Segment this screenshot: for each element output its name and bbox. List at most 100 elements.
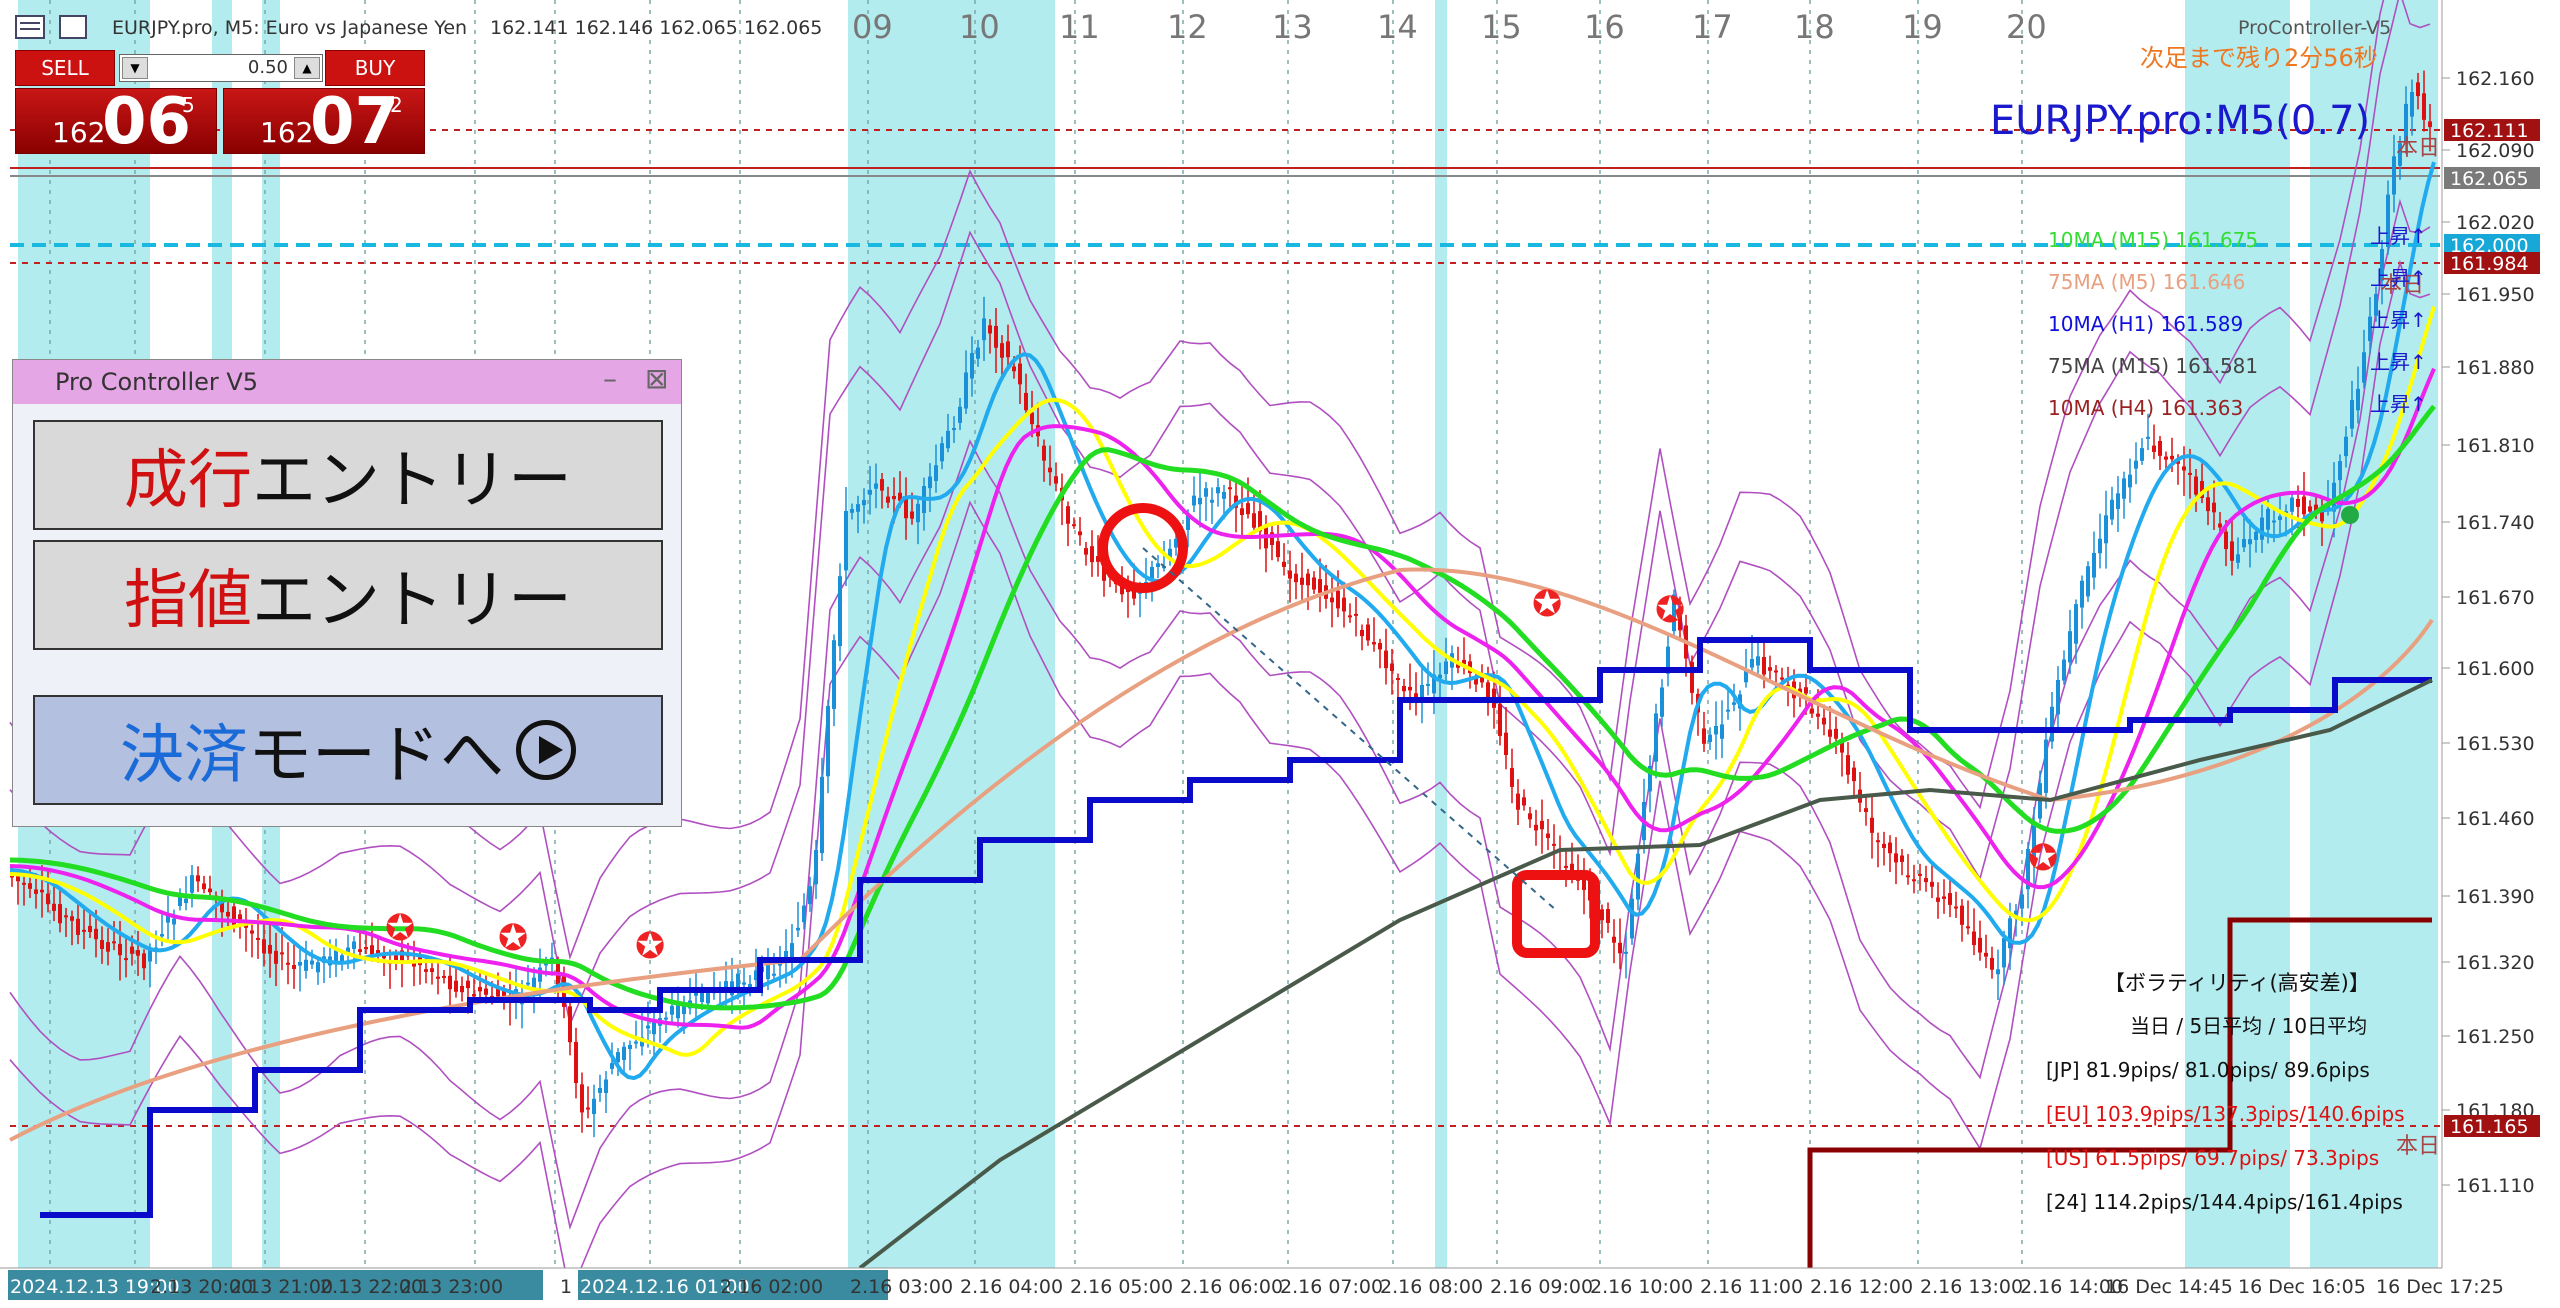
- ma-trend-label: 上昇↑: [2370, 266, 2427, 290]
- price-tick: 162.160: [2456, 68, 2535, 90]
- buy-price-button[interactable]: 162 07 2: [223, 85, 425, 159]
- day-label: 15: [1481, 8, 1522, 46]
- time-tick: 2.16 09:00: [1490, 1276, 1593, 1298]
- chart-window[interactable]: ✪ ✪ ✪ ✪ ✪ ✪ 162.160 162.090 162.020 161.950 161.8…: [0, 0, 2560, 1304]
- chart-type-icon[interactable]: [59, 15, 87, 39]
- price-tick: 161.390: [2456, 886, 2535, 908]
- price-tag-value: 161.984: [2450, 253, 2529, 275]
- sell-price-fraction: 5: [182, 93, 195, 117]
- ma-legend-item: 10MA (M15) 161.675: [2048, 228, 2258, 252]
- limit-entry-highlight: 指値: [124, 564, 252, 638]
- ma-legend-item: 10MA (H1) 161.589: [2048, 312, 2243, 336]
- price-tag-value: 161.165: [2450, 1116, 2529, 1138]
- day-label: 10: [959, 8, 1000, 46]
- ma-legend-item: 75MA (M5) 161.646: [2048, 270, 2245, 294]
- ohlc-values: 162.141 162.146 162.065 162.065: [490, 17, 822, 39]
- day-label: 19: [1902, 8, 1943, 46]
- time-tick: 2.16 05:00: [1070, 1276, 1173, 1298]
- volatility-subtitle: 当日 / 5日平均 / 10日平均: [2130, 1014, 2367, 1038]
- time-tick: 2.16 07:00: [1280, 1276, 1383, 1298]
- ma-legend-item: 10MA (H4) 161.363: [2048, 396, 2243, 420]
- today-label: 本日: [2396, 1134, 2440, 1159]
- buy-price-fraction: 2: [390, 93, 403, 117]
- panel-title: Pro Controller V5: [55, 368, 259, 396]
- price-tick: 161.110: [2456, 1175, 2535, 1197]
- lot-size-stepper[interactable]: ▼ ▲: [119, 54, 323, 82]
- signal-star-icon: ✪: [1532, 584, 1562, 625]
- ma-trend-label: 上昇↑: [2370, 392, 2427, 416]
- sell-price-pips: 06: [102, 85, 192, 159]
- buy-price-pips: 07: [310, 85, 400, 159]
- price-tick: 161.460: [2456, 808, 2535, 830]
- signal-star-icon: ✪: [498, 918, 528, 959]
- time-tick: 2.16 02:00: [720, 1276, 823, 1298]
- volatility-row: [US] 61.5pips/ 69.7pips/ 73.3pips: [2046, 1146, 2379, 1170]
- signal-star-icon: ✪: [635, 926, 665, 967]
- day-label: 12: [1167, 8, 1208, 46]
- time-tick: 2.16 06:00: [1180, 1276, 1283, 1298]
- volatility-row: [JP] 81.9pips/ 81.0pips/ 89.6pips: [2046, 1058, 2370, 1082]
- day-label: 09: [852, 8, 893, 46]
- time-tick: 2.16 10:00: [1590, 1276, 1693, 1298]
- price-tick: 161.740: [2456, 512, 2535, 534]
- price-tick: 161.530: [2456, 733, 2535, 755]
- sell-price-button[interactable]: 162 06 5: [15, 85, 217, 159]
- buy-button[interactable]: BUY: [325, 50, 425, 86]
- one-click-trading-panel: SELL ▼ ▲ BUY 162 06 5 162 07 2: [15, 50, 425, 159]
- day-label: 20: [2006, 8, 2047, 46]
- price-tick: 161.250: [2456, 1026, 2535, 1048]
- lot-size-input[interactable]: [152, 57, 288, 77]
- minimize-icon[interactable]: –: [603, 362, 617, 395]
- day-label: 14: [1377, 8, 1418, 46]
- time-tick: 2.16 03:00: [850, 1276, 953, 1298]
- market-entry-button[interactable]: 成行 エントリー: [33, 420, 663, 530]
- sell-price-big: 162: [52, 116, 106, 149]
- symbol-info: EURJPY.pro, M5: Euro vs Japanese Yen: [112, 17, 467, 39]
- time-tick: 2.16 04:00: [960, 1276, 1063, 1298]
- settle-mode-label: モードへ: [248, 719, 504, 793]
- signal-star-icon: ✪: [1655, 590, 1685, 631]
- limit-entry-button[interactable]: 指値 エントリー: [33, 540, 663, 650]
- signal-star-icon: ✪: [2028, 838, 2058, 879]
- time-tick: 2.13 23:00: [400, 1276, 503, 1298]
- lot-increase-button[interactable]: ▲: [294, 57, 320, 79]
- price-tick: 162.090: [2456, 140, 2535, 162]
- buy-price-big: 162: [260, 116, 314, 149]
- bar-countdown: 次足まで残り2分56秒: [2140, 44, 2378, 72]
- panel-titlebar[interactable]: Pro Controller V5 – ⊠: [13, 360, 681, 404]
- ma-trend-label: 上昇↑: [2370, 224, 2427, 248]
- settle-mode-highlight: 決済: [120, 719, 248, 793]
- time-tick: 2.16 11:00: [1700, 1276, 1803, 1298]
- price-tick: 162.020: [2456, 212, 2535, 234]
- time-tick: 16 Dec 14:45: [2105, 1276, 2233, 1298]
- ma-legend-item: 75MA (M15) 161.581: [2048, 354, 2258, 378]
- day-label: 13: [1272, 8, 1313, 46]
- play-icon: [516, 720, 576, 780]
- day-label: 18: [1794, 8, 1835, 46]
- today-label: 本日: [2396, 136, 2440, 161]
- close-icon[interactable]: ⊠: [645, 362, 668, 395]
- limit-entry-label: エントリー: [252, 564, 572, 638]
- ma-trend-label: 上昇↑: [2370, 350, 2427, 374]
- volatility-row: [EU] 103.9pips/137.3pips/140.6pips: [2046, 1102, 2405, 1126]
- sell-button[interactable]: SELL: [15, 50, 115, 86]
- list-icon[interactable]: [15, 15, 45, 39]
- settle-mode-button[interactable]: 決済 モードへ: [33, 695, 663, 805]
- time-axis: 2024.12.13 19:002.13 20:002.13 21:002.13…: [0, 1267, 2560, 1304]
- day-label: 16: [1584, 8, 1625, 46]
- time-tick: 2.16 08:00: [1380, 1276, 1483, 1298]
- price-tick: 161.320: [2456, 952, 2535, 974]
- time-tick: 1: [560, 1276, 572, 1298]
- price-tag-value: 162.111: [2450, 120, 2529, 142]
- price-tick: 161.810: [2456, 435, 2535, 457]
- signal-star-icon: ✪: [385, 908, 415, 949]
- time-tick: 16 Dec 17:25: [2376, 1276, 2504, 1298]
- price-tick: 161.670: [2456, 587, 2535, 609]
- price-tick: 161.950: [2456, 284, 2535, 306]
- time-tick: 16 Dec 16:05: [2238, 1276, 2366, 1298]
- lot-decrease-button[interactable]: ▼: [122, 57, 148, 79]
- price-tag-value: 162.065: [2450, 168, 2529, 190]
- volatility-row: [24] 114.2pips/144.4pips/161.4pips: [2046, 1190, 2403, 1214]
- volatility-title: 【ボラティリティ(高安差)】: [2104, 971, 2370, 995]
- market-entry-label: エントリー: [252, 444, 572, 518]
